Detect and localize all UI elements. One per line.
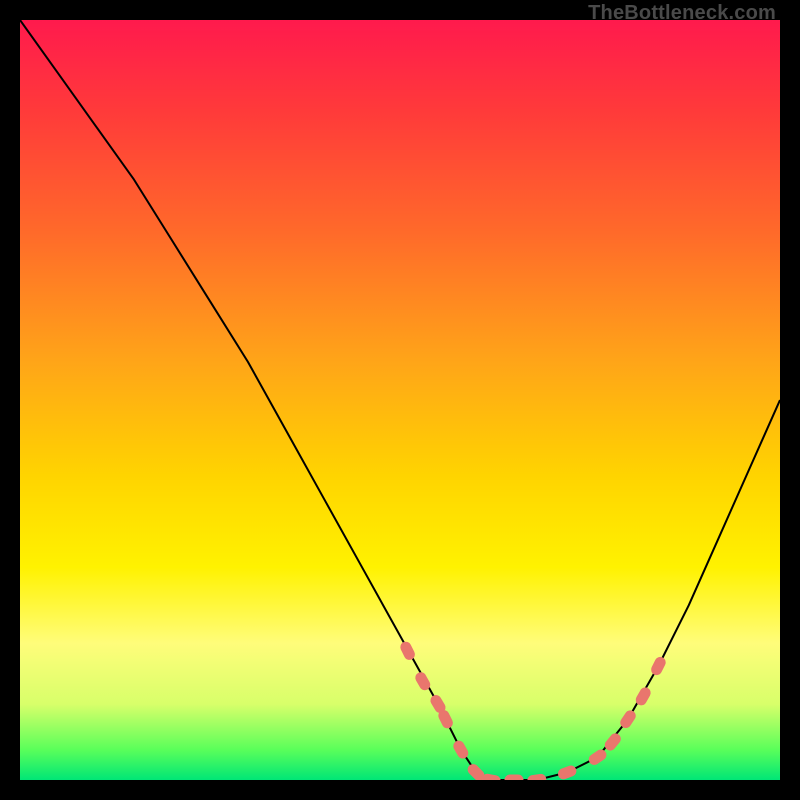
marker-point bbox=[557, 765, 577, 780]
watermark-text: TheBottleneck.com bbox=[588, 2, 776, 25]
marker-point bbox=[527, 774, 546, 780]
marker-point bbox=[481, 773, 501, 780]
marker-point bbox=[603, 732, 622, 752]
chart-svg bbox=[20, 20, 780, 780]
marker-point bbox=[505, 775, 523, 780]
marker-group bbox=[399, 641, 667, 780]
marker-point bbox=[399, 641, 416, 662]
marker-point bbox=[587, 748, 608, 766]
marker-point bbox=[650, 656, 667, 677]
chart-plot-area bbox=[20, 20, 780, 780]
marker-point bbox=[437, 709, 454, 730]
bottleneck-curve bbox=[20, 20, 780, 780]
marker-point bbox=[452, 739, 470, 760]
